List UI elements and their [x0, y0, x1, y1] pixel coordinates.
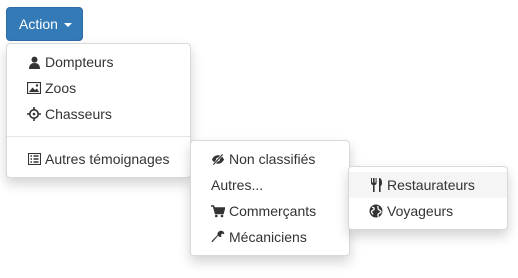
action-button-label: Action: [19, 16, 58, 32]
menu-item-label: Autres témoignages: [45, 151, 170, 167]
nested-submenu: Restaurateurs Voyageurs: [348, 166, 508, 230]
submenu-item-mecaniciens[interactable]: Mécaniciens: [191, 224, 349, 250]
menu-item-autres-temoignages[interactable]: Autres témoignages: [7, 146, 190, 172]
globe-icon: [369, 204, 383, 218]
dropdown-menu: Dompteurs Zoos Chasseurs Autres témoigna…: [6, 43, 191, 178]
menu-item-zoos[interactable]: Zoos: [7, 75, 190, 101]
menu-divider: [7, 136, 190, 137]
picture-icon: [27, 81, 41, 95]
submenu: Non classifiés Autres... Commerçants Méc…: [190, 140, 350, 256]
menu-item-chasseurs[interactable]: Chasseurs: [7, 101, 190, 127]
submenu-item-non-classifies[interactable]: Non classifiés: [191, 146, 349, 172]
cutlery-icon: [369, 178, 383, 192]
list-alt-icon: [27, 152, 41, 166]
menu-item-label: Zoos: [45, 80, 77, 96]
submenu-item-autres[interactable]: Autres...: [191, 172, 349, 198]
submenu-item-label: Non classifiés: [229, 151, 316, 167]
submenu-item-label: Mécaniciens: [229, 229, 307, 245]
submenu-item-label: Commerçants: [229, 203, 317, 219]
menu-item-dompteurs[interactable]: Dompteurs: [7, 49, 190, 75]
submenu-item-label: Autres...: [211, 177, 264, 193]
caret-down-icon: [63, 23, 72, 27]
subsubmenu-item-voyageurs[interactable]: Voyageurs: [349, 198, 507, 224]
action-dropdown-button[interactable]: Action: [6, 7, 83, 41]
menu-item-label: Chasseurs: [45, 106, 112, 122]
subsubmenu-item-label: Restaurateurs: [387, 177, 475, 193]
wrench-icon: [211, 230, 225, 244]
screenshot-icon: [27, 107, 41, 121]
subsubmenu-item-restaurateurs[interactable]: Restaurateurs: [349, 172, 507, 198]
shopping-cart-icon: [211, 204, 225, 218]
menu-item-label: Dompteurs: [45, 54, 114, 70]
eye-slash-icon: [211, 152, 225, 166]
submenu-item-commercants[interactable]: Commerçants: [191, 198, 349, 224]
user-icon: [27, 55, 41, 69]
subsubmenu-item-label: Voyageurs: [387, 203, 454, 219]
